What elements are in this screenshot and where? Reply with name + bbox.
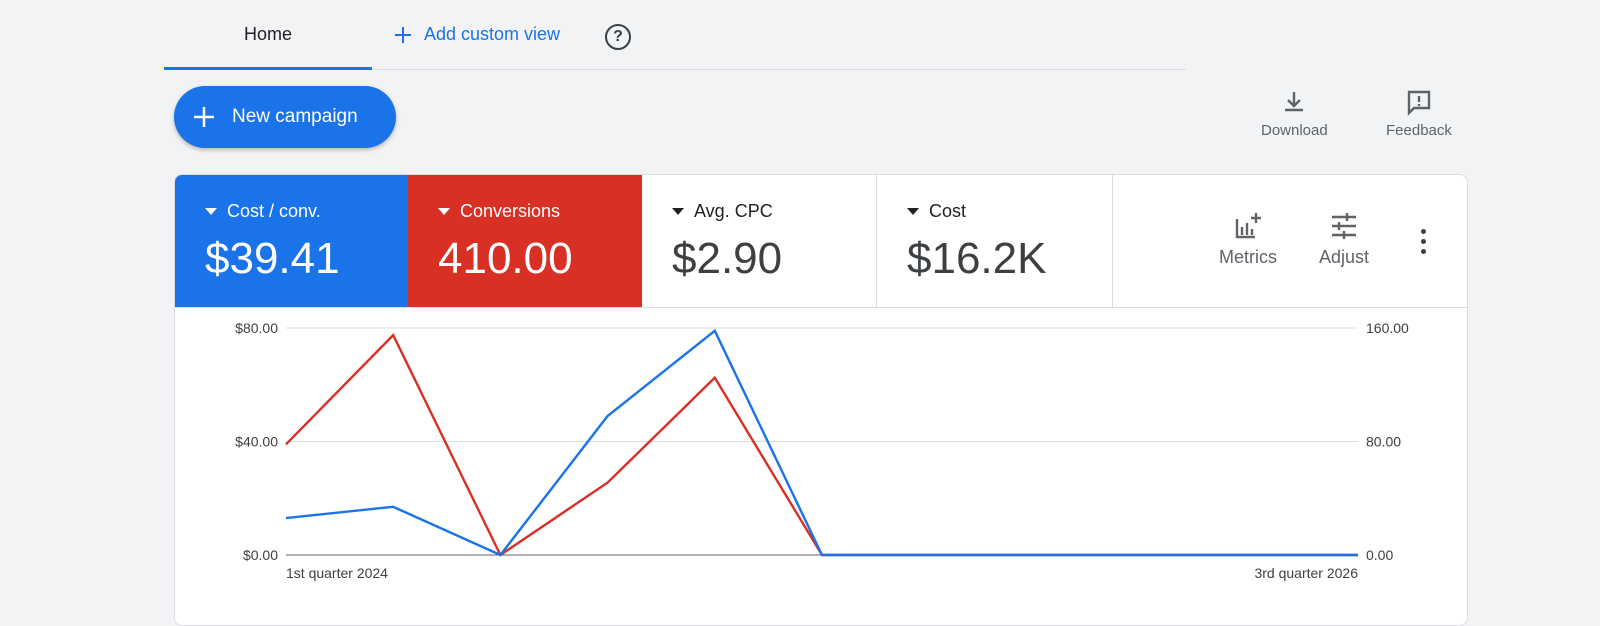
- metric-cost[interactable]: Cost $16.2K: [877, 175, 1113, 307]
- metric-avg-cpc[interactable]: Avg. CPC $2.90: [642, 175, 877, 307]
- performance-chart: $0.00 $40.00 $80.00 0.00 80.00 160.00 1st quar…: [235, 320, 1409, 581]
- download-icon: [1285, 92, 1304, 112]
- feedback-button[interactable]: Feedback: [1386, 88, 1452, 139]
- tab-bar: Home Add custom view ?: [164, 0, 1186, 70]
- metric-value: $2.90: [672, 234, 783, 283]
- x-start-label: 1st quarter 2024: [286, 565, 388, 581]
- left-tick-label: $80.00: [235, 320, 278, 336]
- download-label: Download: [1261, 122, 1328, 139]
- right-tick-label: 0.00: [1366, 547, 1393, 563]
- metric-conversions[interactable]: Conversions 410.00: [408, 175, 642, 307]
- dropdown-arrow-icon: [907, 208, 919, 215]
- feedback-label: Feedback: [1386, 122, 1452, 139]
- conversions-series-line: [285, 333, 1358, 557]
- left-tick-label: $0.00: [243, 547, 278, 563]
- metrics-icon: [1235, 213, 1261, 239]
- dropdown-arrow-icon: [205, 208, 217, 215]
- metric-label: Cost: [929, 201, 967, 221]
- metric-cost-per-conv[interactable]: Cost / conv. $39.41: [175, 175, 408, 307]
- dropdown-arrow-icon: [438, 208, 450, 215]
- adjust-button[interactable]: Adjust: [1319, 211, 1369, 268]
- help-icon[interactable]: ?: [605, 24, 631, 50]
- add-custom-view-tab[interactable]: Add custom view: [394, 0, 560, 69]
- right-tick-label: 160.00: [1366, 320, 1409, 336]
- dropdown-arrow-icon: [672, 208, 684, 215]
- metric-label: Avg. CPC: [694, 201, 773, 221]
- add-custom-view-label: Add custom view: [424, 24, 561, 44]
- new-campaign-button[interactable]: New campaign: [174, 86, 396, 148]
- new-campaign-label: New campaign: [232, 106, 358, 127]
- metric-value: $39.41: [205, 234, 340, 283]
- performance-card: Cost / conv. $39.41 Conversions 410.00 A…: [174, 174, 1468, 626]
- right-tick-label: 80.00: [1366, 434, 1401, 450]
- metrics-button[interactable]: Metrics: [1219, 211, 1277, 268]
- tab-home-label: Home: [243, 24, 292, 44]
- adjust-label: Adjust: [1319, 247, 1370, 267]
- x-end-label: 3rd quarter 2026: [1254, 565, 1358, 581]
- plus-icon: [194, 107, 214, 127]
- left-tick-label: $40.00: [235, 434, 278, 450]
- tab-home[interactable]: Home: [164, 0, 372, 70]
- metric-label: Cost / conv.: [227, 201, 321, 221]
- metrics-label: Metrics: [1219, 247, 1277, 267]
- download-button[interactable]: Download: [1261, 88, 1328, 139]
- adjust-icon: [1332, 213, 1357, 239]
- feedback-icon: [1407, 90, 1431, 116]
- plus-icon: [395, 26, 411, 43]
- metric-value: 410.00: [438, 234, 573, 283]
- more-vert-icon[interactable]: [1421, 229, 1426, 254]
- metric-label: Conversions: [460, 201, 561, 221]
- metric-value: $16.2K: [907, 234, 1047, 283]
